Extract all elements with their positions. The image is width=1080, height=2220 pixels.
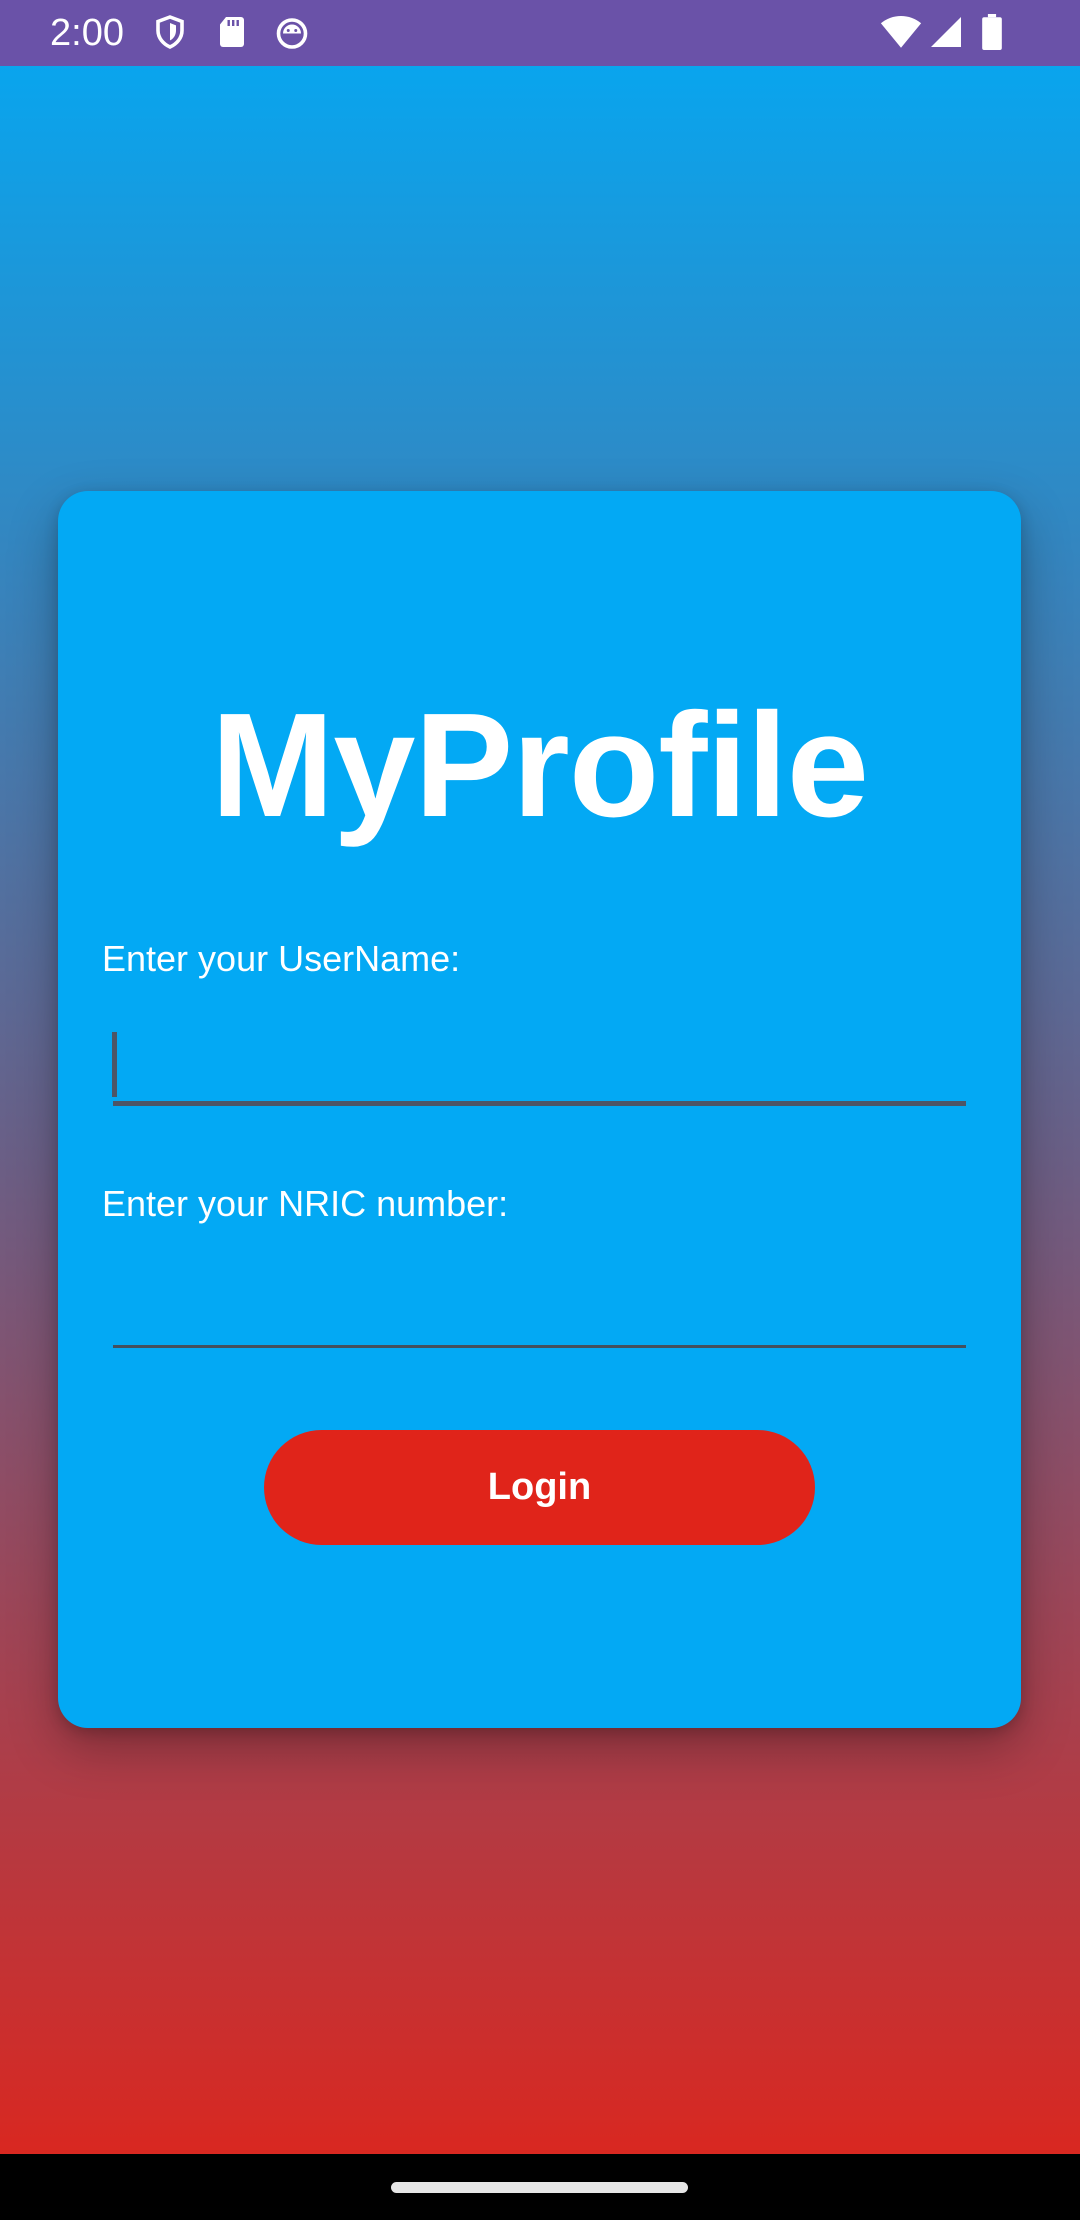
username-label: Enter your UserName: — [102, 938, 461, 979]
login-card: MyProfile Enter your UserName: Enter you… — [58, 491, 1021, 1728]
status-bar: 2:00 — [0, 0, 1080, 66]
home-gesture-handle[interactable] — [391, 2182, 688, 2193]
text-cursor — [112, 1032, 117, 1097]
battery-icon — [980, 14, 1004, 50]
login-screen: 2:00 MyProfile Enter your UserName: Ente… — [0, 0, 1080, 2220]
shield-icon — [152, 14, 188, 50]
app-title: MyProfile — [210, 683, 869, 848]
username-input[interactable] — [113, 1026, 966, 1106]
status-time: 2:00 — [50, 12, 124, 54]
nric-input[interactable] — [113, 1268, 966, 1348]
sd-card-icon — [214, 14, 250, 50]
nric-label: Enter your NRIC number: — [102, 1183, 509, 1224]
android-debug-icon — [274, 14, 310, 50]
cell-signal-icon — [928, 14, 964, 50]
wifi-icon — [880, 14, 922, 50]
login-button[interactable]: Login — [264, 1430, 815, 1545]
navigation-bar — [0, 2154, 1080, 2220]
